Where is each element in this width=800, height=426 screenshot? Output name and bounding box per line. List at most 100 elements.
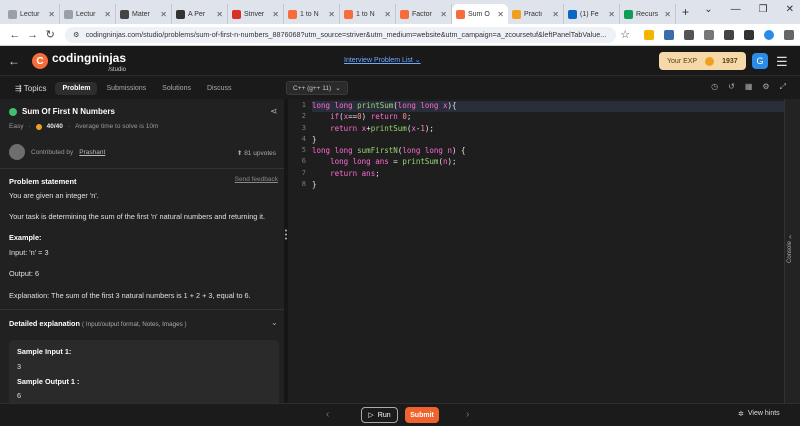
previous-problem-icon[interactable]: ‹ — [326, 409, 329, 420]
view-hints-button[interactable]: ✲ View hints — [738, 410, 780, 418]
tab-close-icon[interactable]: ✕ — [48, 10, 55, 19]
fullscreen-icon[interactable]: ⤢ — [780, 82, 786, 92]
timer-icon[interactable]: ◷ — [711, 82, 718, 92]
layout-icon[interactable]: ▦ — [745, 82, 753, 92]
tab-close-icon[interactable]: ✕ — [104, 10, 111, 19]
code-line[interactable]: return x+printSum(x-1); — [312, 124, 784, 135]
detailed-explanation-toggle[interactable]: Detailed explanation ( Input/output form… — [9, 319, 187, 328]
example-input: Input: 'n' = 3 — [9, 248, 49, 257]
tab-favicon-icon — [344, 9, 353, 19]
run-label: Run — [377, 411, 391, 419]
console-label: Console — [787, 240, 794, 264]
tab-close-icon[interactable]: ✕ — [272, 10, 279, 19]
code-area[interactable]: long long printSum(long long x){ if(x==0… — [312, 101, 784, 191]
code-editor[interactable]: 1 2 3 4 5 6 7 8 long long printSum(long long x)… — [288, 99, 784, 403]
site-info-icon[interactable]: ⚙ — [73, 30, 79, 39]
line-number: 7 — [301, 168, 306, 177]
tab-title: Recurs — [636, 10, 659, 18]
back-arrow-icon[interactable]: ← — [8, 54, 20, 68]
back-icon[interactable]: ← — [6, 29, 24, 41]
maximize-icon[interactable]: ❐ — [759, 4, 768, 15]
tab-close-icon[interactable]: ✕ — [664, 10, 671, 19]
tab-close-icon[interactable]: ✕ — [328, 10, 335, 19]
brand-logo[interactable]: C codingninjas /studio — [32, 49, 126, 73]
run-button[interactable]: ▷ Run — [361, 407, 398, 423]
new-tab-button[interactable]: + — [682, 0, 689, 24]
profile-avatar[interactable] — [763, 29, 774, 40]
menu-icon[interactable] — [783, 29, 794, 40]
code-line[interactable]: long long ans = printSum(n); — [312, 157, 784, 168]
extension-icon[interactable] — [643, 29, 654, 40]
tab-close-icon[interactable]: ✕ — [160, 10, 167, 19]
tab-close-icon[interactable]: ✕ — [440, 10, 447, 19]
tab-submissions[interactable]: Submissions — [99, 82, 153, 95]
tab-favicon-icon — [512, 9, 521, 19]
code-line[interactable]: if(x==0) return 0; — [312, 112, 784, 123]
tab-solutions[interactable]: Solutions — [155, 82, 198, 95]
tab-close-icon[interactable]: ✕ — [384, 10, 391, 19]
tab-close-icon[interactable]: ✕ — [497, 10, 504, 19]
reading-list-icon[interactable] — [723, 29, 734, 40]
tab-search-icon[interactable]: ⌄ — [704, 4, 712, 15]
send-feedback-link[interactable]: Send feedback — [235, 176, 278, 183]
browser-tab[interactable]: Lectur ✕ — [4, 4, 60, 24]
browser-tab[interactable]: Sum O ✕ — [452, 4, 508, 24]
topics-button[interactable]: ⇶ Topics — [8, 81, 53, 96]
next-problem-icon[interactable]: › — [466, 409, 469, 420]
reload-icon[interactable]: ↻ — [41, 28, 59, 41]
solved-check-icon — [9, 107, 17, 116]
topics-label: Topics — [23, 83, 47, 93]
code-line[interactable]: return ans; — [312, 169, 784, 180]
editor-tools: ◷ ↺ ▦ ⚙ ⤢ — [711, 82, 786, 92]
extension-icon[interactable] — [663, 29, 674, 40]
browser-tab[interactable]: 1 to N ✕ — [284, 4, 340, 24]
puzzle-icon[interactable] — [703, 29, 714, 40]
close-window-icon[interactable]: ✕ — [786, 4, 794, 15]
upvote-button[interactable]: ⬆ 81 upvotes — [237, 149, 276, 157]
problem-title-row: Sum Of First N Numbers — [9, 107, 115, 116]
browser-tab[interactable]: Lectur ✕ — [60, 4, 116, 24]
chevron-down-icon[interactable]: ⌄ — [271, 318, 278, 327]
contributor-link[interactable]: Prashant — [79, 149, 105, 156]
bookmark-star-icon[interactable]: ☆ — [616, 28, 634, 41]
language-select[interactable]: C++ (g++ 11) ⌄ — [286, 81, 348, 95]
tab-discuss[interactable]: Discuss — [200, 82, 239, 95]
browser-tab[interactable]: Practi ✕ — [508, 4, 564, 24]
tab-close-icon[interactable]: ✕ — [216, 10, 223, 19]
browser-tab[interactable]: (1) Fe ✕ — [564, 4, 620, 24]
extension-icon[interactable] — [683, 29, 694, 40]
console-panel-toggle[interactable]: ‹ Console — [784, 99, 800, 403]
hamburger-menu-icon[interactable]: ☰ — [776, 54, 788, 70]
exp-badge[interactable]: Your EXP 1937 — [659, 52, 746, 70]
submit-button[interactable]: Submit — [405, 407, 439, 423]
minimize-icon[interactable]: — — [731, 4, 741, 15]
interview-problem-list-link[interactable]: Interview Problem List ⌄ — [344, 56, 421, 64]
browser-tab[interactable]: A Per ✕ — [172, 4, 228, 24]
hints-label: View hints — [747, 410, 780, 417]
url-bar[interactable]: ⚙ codingninjas.com/studio/problems/sum-o… — [65, 26, 617, 43]
user-avatar[interactable]: G — [752, 53, 768, 69]
settings-icon[interactable]: ⚙ — [762, 82, 769, 92]
code-line[interactable]: } — [312, 135, 784, 146]
tab-close-icon[interactable]: ✕ — [552, 10, 559, 19]
tab-title: 1 to N — [356, 10, 375, 18]
code-line[interactable]: long long sumFirstN(long long n) { — [312, 146, 784, 157]
code-line[interactable]: } — [312, 180, 784, 191]
side-panel-icon[interactable] — [743, 29, 754, 40]
tab-title: (1) Fe — [580, 10, 599, 18]
tab-problem[interactable]: Problem — [55, 81, 98, 95]
browser-tab[interactable]: Striver ✕ — [228, 4, 284, 24]
exp-label: Your EXP — [667, 57, 698, 65]
share-icon[interactable]: ⋖ — [270, 106, 278, 117]
tab-title: 1 to N — [300, 10, 319, 18]
browser-tab[interactable]: Recurs ✕ — [620, 4, 676, 24]
browser-tab[interactable]: Mater ✕ — [116, 4, 172, 24]
browser-tab[interactable]: Factor ✕ — [396, 4, 452, 24]
language-value: C++ (g++ 11) — [293, 84, 332, 92]
reset-icon[interactable]: ↺ — [728, 82, 735, 92]
chevron-left-icon: ‹ — [789, 232, 792, 241]
code-line[interactable]: long long printSum(long long x){ — [312, 101, 784, 113]
tab-close-icon[interactable]: ✕ — [608, 10, 615, 19]
forward-icon[interactable]: → — [24, 29, 42, 41]
browser-tab[interactable]: 1 to N ✕ — [340, 4, 396, 24]
